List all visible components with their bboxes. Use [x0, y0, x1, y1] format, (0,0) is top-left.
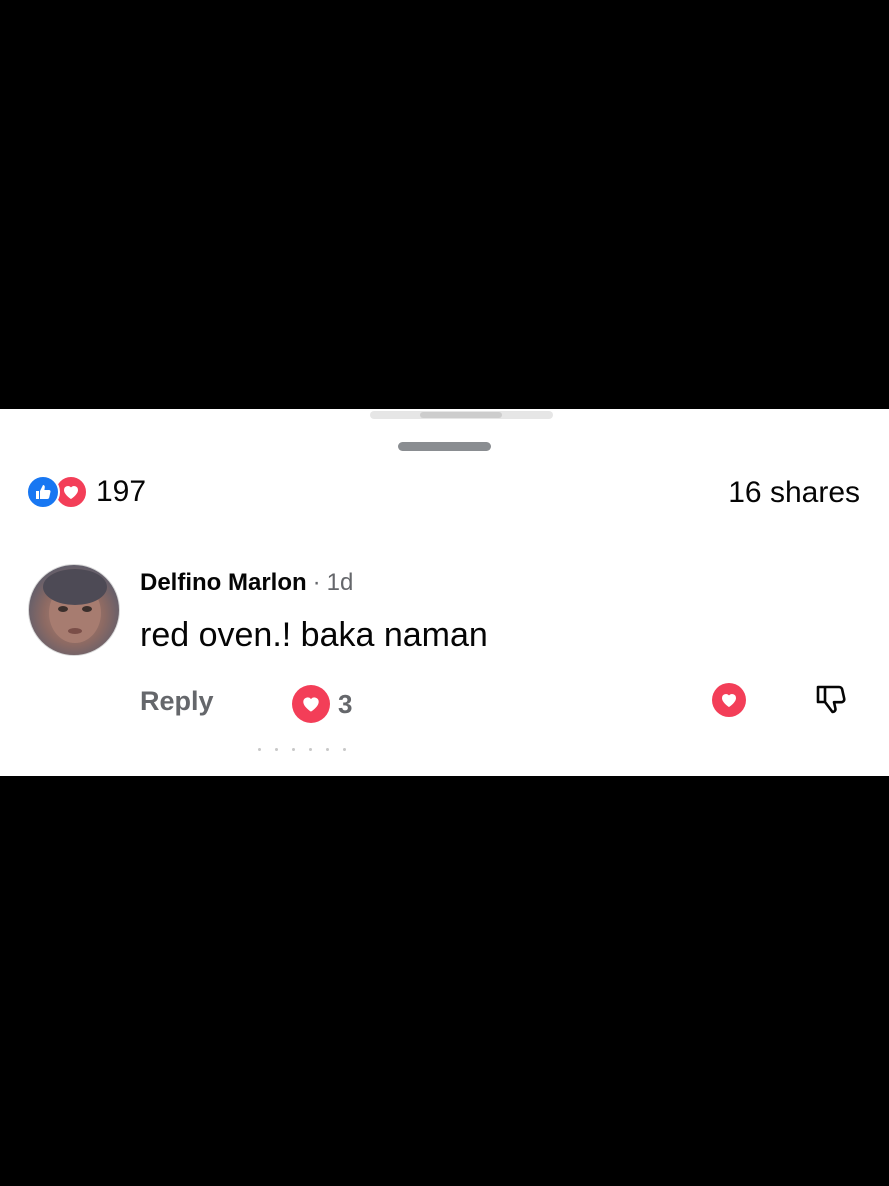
dislike-button[interactable]	[812, 681, 850, 719]
reaction-count: 197	[96, 475, 147, 508]
comments-sheet: 197 16 shares Delfino Marlon · 1d red ov…	[0, 409, 889, 776]
comment-reaction-count: 3	[338, 688, 353, 719]
blurred-overlay	[370, 411, 553, 419]
like-icon	[26, 475, 60, 509]
comment-text: red oven.! baka naman	[140, 616, 488, 654]
comment-reaction-badge[interactable]: 3	[292, 685, 352, 723]
avatar[interactable]	[28, 564, 120, 656]
reply-button[interactable]: Reply	[140, 686, 214, 717]
love-react-button[interactable]	[712, 683, 746, 717]
drag-handle[interactable]	[398, 442, 491, 451]
heart-icon	[722, 694, 736, 707]
thumbs-down-icon	[816, 685, 846, 714]
shares-count[interactable]: 16 shares	[728, 476, 860, 510]
comment-time: 1d	[326, 569, 354, 596]
heart-icon	[292, 685, 330, 723]
author-name[interactable]: Delfino Marlon	[140, 569, 307, 597]
pagination-dots	[258, 748, 346, 751]
separator-dot: ·	[312, 569, 321, 596]
reaction-summary[interactable]: 197	[26, 475, 146, 509]
comment-header: Delfino Marlon · 1d	[140, 569, 353, 599]
